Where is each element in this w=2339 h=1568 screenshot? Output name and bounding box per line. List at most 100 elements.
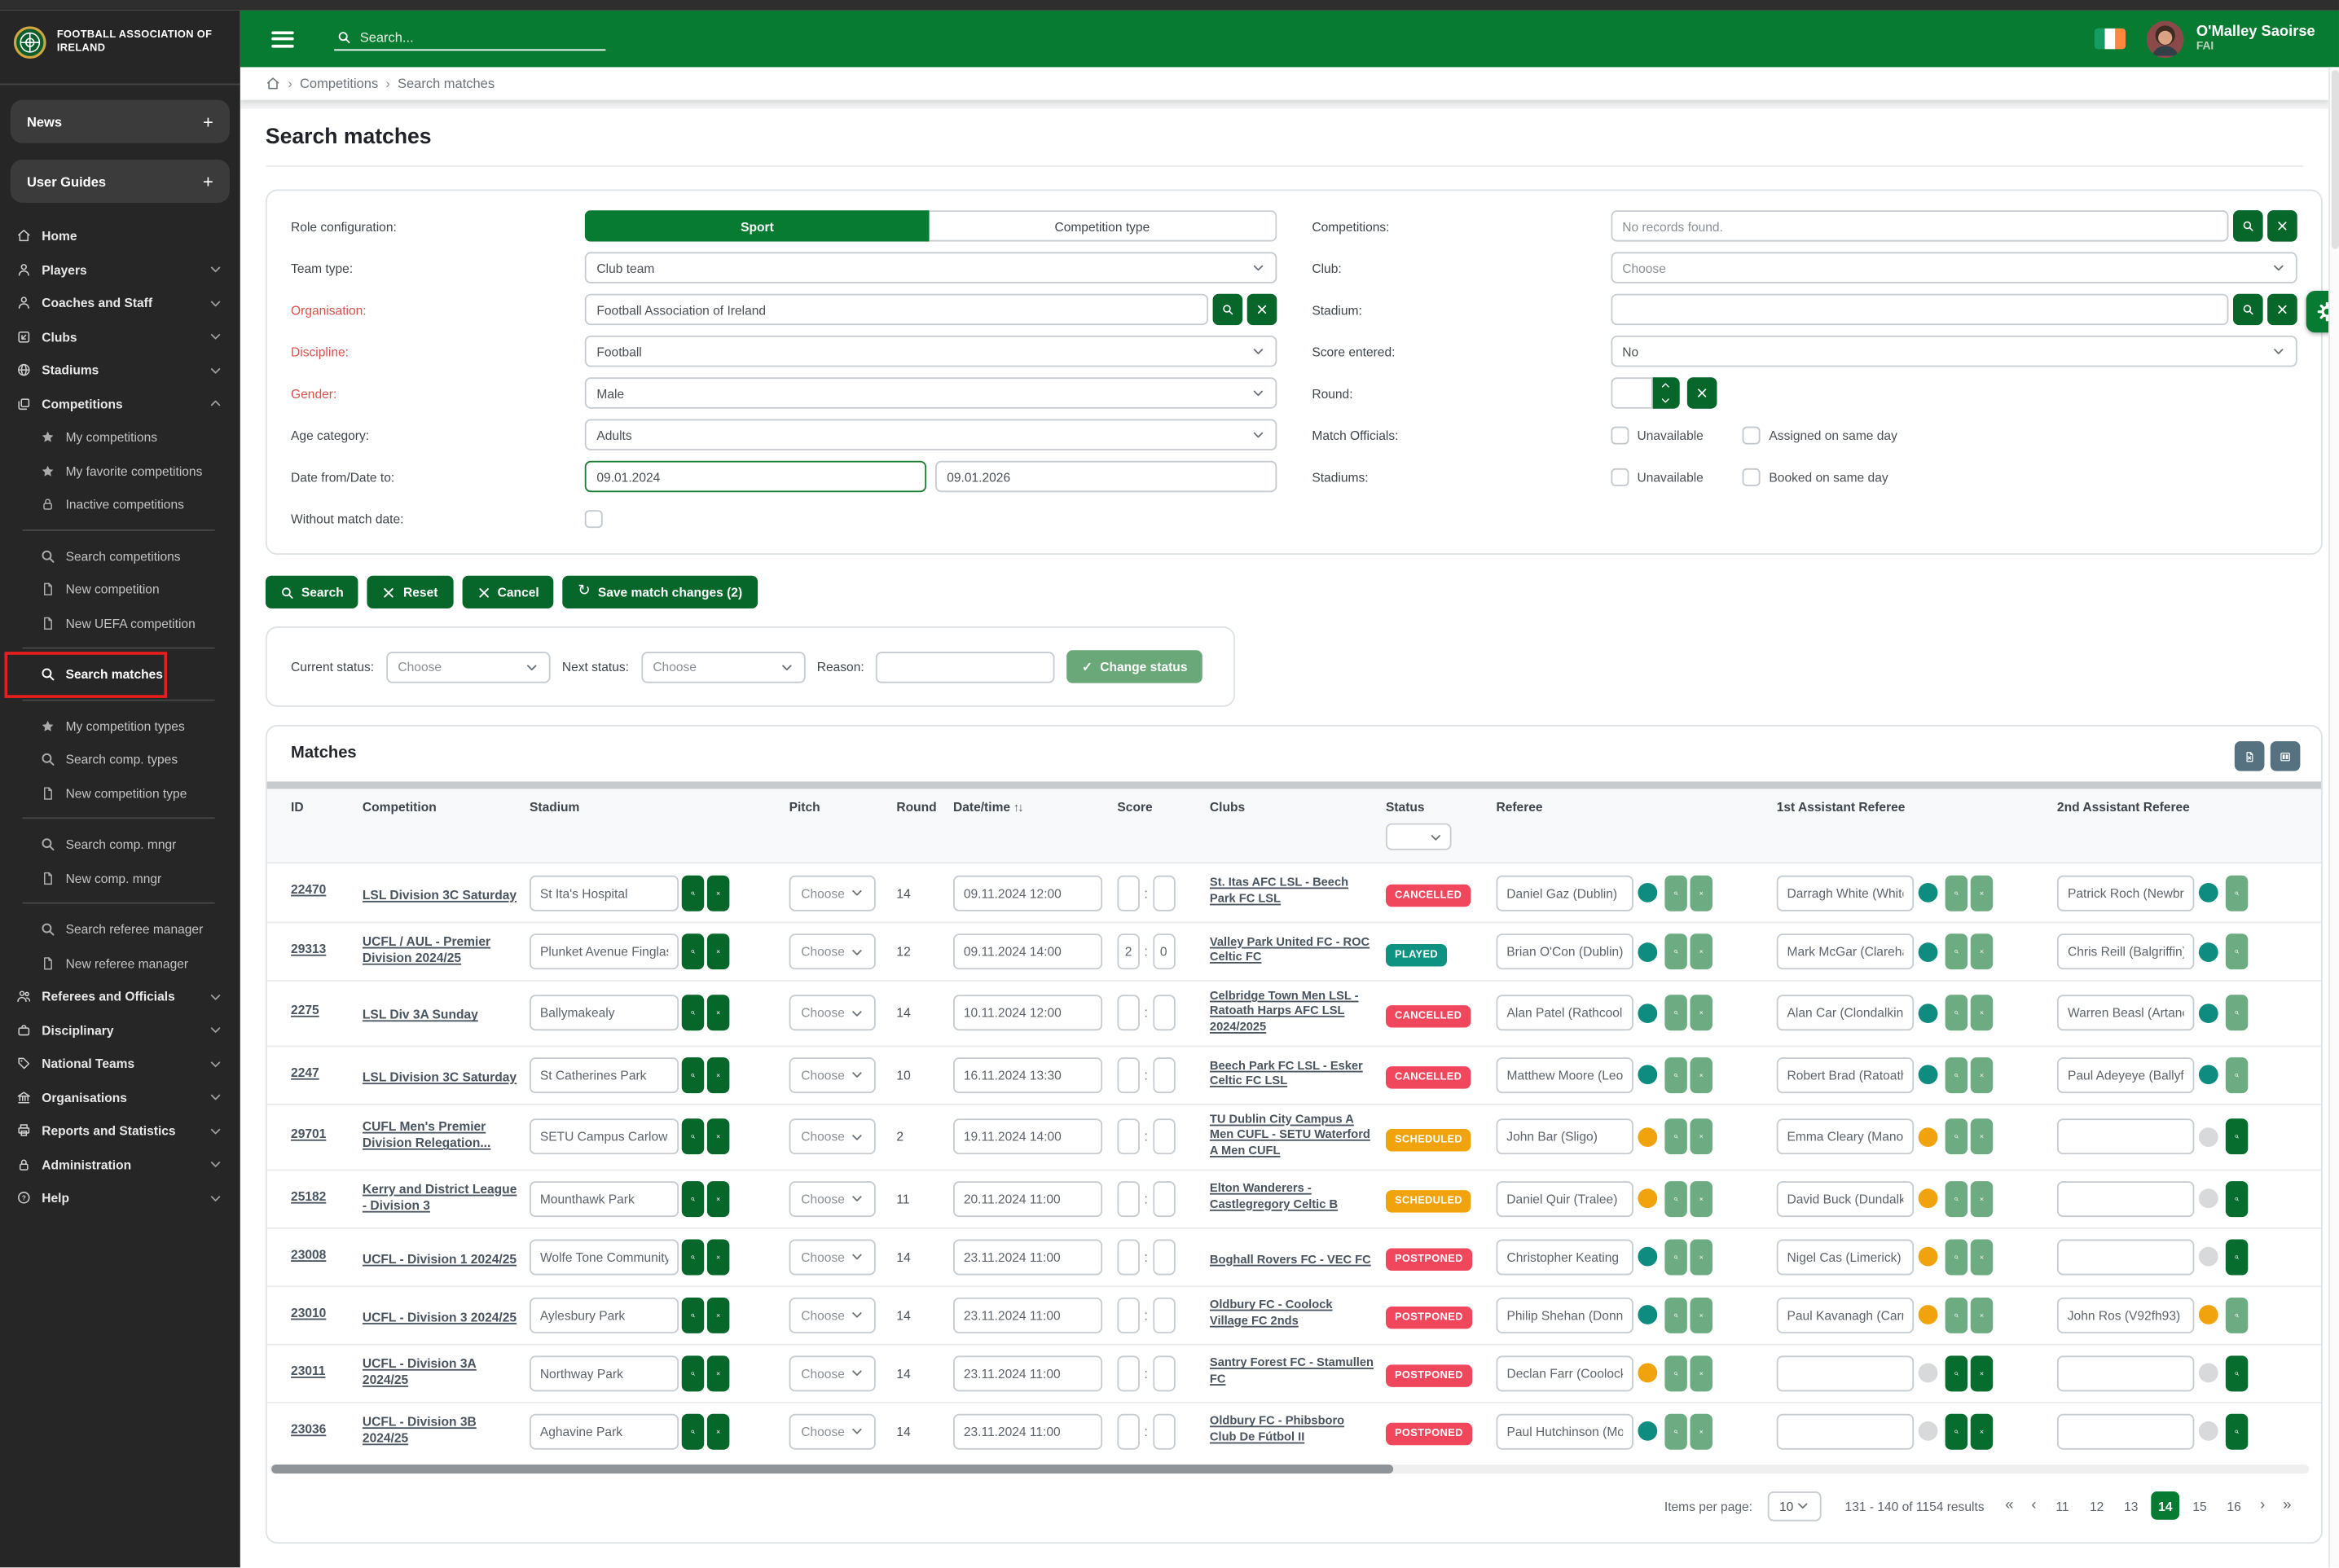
pitch-select[interactable]: Choose	[789, 875, 876, 911]
referee-clear-button[interactable]	[1690, 1180, 1712, 1216]
stadium-input[interactable]	[530, 1413, 679, 1449]
assistant1-search-button[interactable]	[1946, 1413, 1967, 1449]
referee-search-button[interactable]	[1664, 1057, 1686, 1093]
stadium-clear-button[interactable]	[707, 875, 729, 911]
referee-clear-button[interactable]	[1690, 1119, 1712, 1155]
assistant2-search-button[interactable]	[2226, 933, 2248, 969]
assistant2-search-button[interactable]	[2226, 1057, 2248, 1093]
sidebar-item[interactable]: Coaches and Staff	[0, 287, 240, 320]
score-home-input[interactable]	[1117, 1355, 1139, 1391]
competitions-clear-button[interactable]	[2267, 210, 2297, 241]
referee-clear-button[interactable]	[1690, 875, 1712, 911]
stadium-input[interactable]	[530, 1355, 679, 1391]
stadium-search-button[interactable]	[682, 1180, 704, 1216]
pitch-select[interactable]: Choose	[789, 1119, 876, 1155]
page-scrollbar[interactable]	[2328, 67, 2339, 1567]
next-page-button[interactable]: ›	[2254, 1497, 2271, 1513]
assistant2-search-button[interactable]	[2226, 1355, 2248, 1391]
match-id-link[interactable]: 23010	[291, 1304, 338, 1320]
sidebar-item[interactable]: Search comp. mngr	[0, 828, 240, 861]
stadium-search-button[interactable]	[682, 1239, 704, 1275]
referee-search-button[interactable]	[1664, 1180, 1686, 1216]
referee-input[interactable]	[1496, 995, 1633, 1031]
menu-icon[interactable]	[271, 31, 293, 47]
change-status-button[interactable]: ✓Change status	[1067, 650, 1202, 683]
stadium-clear-button[interactable]	[707, 995, 729, 1031]
assistant2-input[interactable]	[2057, 1297, 2194, 1333]
sidebar-item[interactable]: Search referee manager	[0, 913, 240, 947]
datetime-input[interactable]	[953, 1239, 1102, 1275]
sidebar-item[interactable]: Home	[0, 219, 240, 253]
referee-input[interactable]	[1496, 1297, 1633, 1333]
assistant1-input[interactable]	[1777, 995, 1914, 1031]
score-entered-select[interactable]: No	[1611, 336, 2297, 367]
referee-search-button[interactable]	[1664, 933, 1686, 969]
page-number-button[interactable]: 12	[2082, 1491, 2111, 1520]
last-page-button[interactable]: »	[2277, 1497, 2297, 1513]
officials-unavailable-checkbox[interactable]	[1611, 426, 1629, 444]
sort-icon[interactable]: ↑↓	[1013, 801, 1022, 814]
global-search-input[interactable]	[354, 28, 605, 46]
score-home-input[interactable]	[1117, 1239, 1139, 1275]
discipline-select[interactable]: Football	[585, 336, 1277, 367]
assistant1-search-button[interactable]	[1946, 995, 1967, 1031]
pitch-select[interactable]: Choose	[789, 995, 876, 1031]
stadium-input[interactable]	[530, 933, 679, 969]
match-id-link[interactable]: 23008	[291, 1246, 338, 1263]
match-id-link[interactable]: 23036	[291, 1421, 338, 1437]
referee-input[interactable]	[1496, 1239, 1633, 1275]
next-status-select[interactable]: Choose	[641, 651, 805, 682]
score-home-input[interactable]	[1117, 1119, 1139, 1155]
assistant1-input[interactable]	[1777, 1119, 1914, 1155]
score-home-input[interactable]	[1117, 1180, 1139, 1216]
assistant1-input[interactable]	[1777, 1057, 1914, 1093]
avatar[interactable]	[2147, 20, 2184, 58]
stadium-search-button[interactable]	[682, 875, 704, 911]
search-button[interactable]: Search	[266, 576, 358, 608]
stadium-search-button[interactable]	[682, 1119, 704, 1155]
referee-search-button[interactable]	[1664, 995, 1686, 1031]
assistant1-search-button[interactable]	[1946, 933, 1967, 969]
referee-clear-button[interactable]	[1690, 1239, 1712, 1275]
pitch-select[interactable]: Choose	[789, 933, 876, 969]
clubs-link[interactable]: St. Itas AFC LSL - Beech Park FC LSL	[1210, 876, 1386, 907]
referee-input[interactable]	[1496, 875, 1633, 911]
assistant1-search-button[interactable]	[1946, 1119, 1967, 1155]
assistant1-clear-button[interactable]	[1971, 1180, 1993, 1216]
officials-assigned-same-day-checkbox[interactable]	[1742, 426, 1760, 444]
page-number-button[interactable]: 13	[2117, 1491, 2145, 1520]
stadium-input[interactable]	[530, 1119, 679, 1155]
sport-toggle[interactable]: Sport	[585, 210, 930, 241]
assistant1-clear-button[interactable]	[1971, 1413, 1993, 1449]
match-id-link[interactable]: 2275	[291, 1003, 331, 1019]
sidebar-item[interactable]: New referee manager	[0, 947, 240, 980]
sidebar-item[interactable]: Stadiums	[0, 354, 240, 387]
gender-select[interactable]: Male	[585, 377, 1277, 408]
match-id-link[interactable]: 23011	[291, 1363, 337, 1379]
sidebar-item[interactable]: New competition	[0, 573, 240, 606]
organisation-search-button[interactable]	[1212, 294, 1242, 325]
clubs-link[interactable]: Beech Park FC LSL - Esker Celtic FC LSL	[1210, 1058, 1386, 1089]
page-number-button[interactable]: 16	[2220, 1491, 2249, 1520]
assistant2-search-button[interactable]	[2226, 995, 2248, 1031]
cancel-button[interactable]: Cancel	[462, 576, 554, 608]
clubs-link[interactable]: Oldbury FC - Coolock Village FC 2nds	[1210, 1298, 1386, 1329]
assistant1-search-button[interactable]	[1946, 875, 1967, 911]
sidebar-item[interactable]: Help	[0, 1181, 240, 1214]
clubs-link[interactable]: Oldbury FC - Phibsboro Club De Fútbol II	[1210, 1414, 1386, 1445]
stadium-input[interactable]	[530, 1057, 679, 1093]
column-settings-button[interactable]	[2271, 741, 2301, 771]
sidebar-item[interactable]: New UEFA competition	[0, 606, 240, 639]
stadium-input[interactable]	[530, 1239, 679, 1275]
assistant1-input[interactable]	[1777, 1297, 1914, 1333]
competitions-search-button[interactable]	[2233, 210, 2263, 241]
stadium-search-button[interactable]	[682, 933, 704, 969]
assistant1-input[interactable]	[1777, 875, 1914, 911]
stadium-clear-button[interactable]	[707, 1180, 729, 1216]
reason-input[interactable]	[876, 651, 1055, 682]
score-away-input[interactable]	[1152, 1355, 1174, 1391]
match-id-link[interactable]: 29313	[291, 941, 338, 957]
sidebar-item[interactable]: My competitions	[0, 420, 240, 454]
sidebar-item[interactable]: Search competitions	[0, 539, 240, 573]
competition-link[interactable]: LSL Div 3A Sunday	[363, 1008, 490, 1024]
